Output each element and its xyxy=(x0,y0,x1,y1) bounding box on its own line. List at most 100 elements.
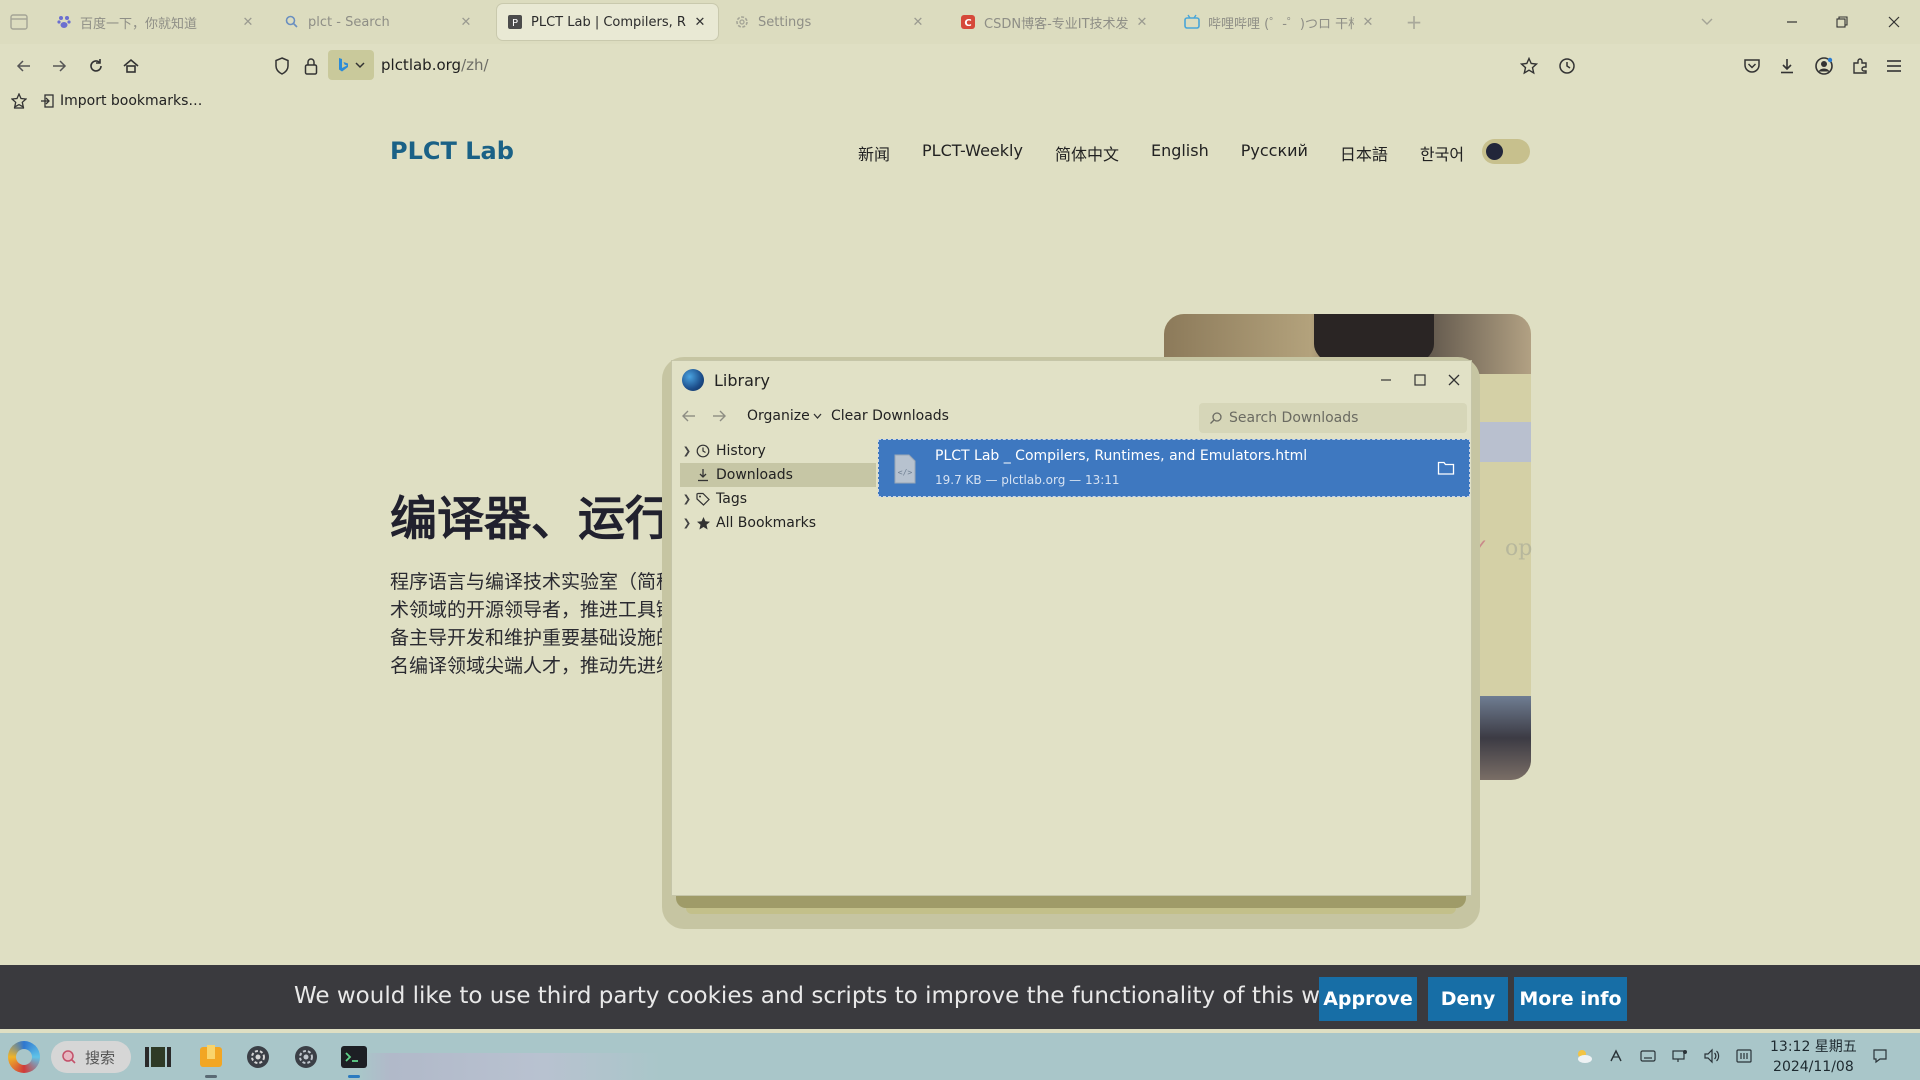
download-item[interactable]: </> PLCT Lab _ Compilers, Runtimes, and … xyxy=(878,439,1470,497)
tab-csdn[interactable]: C CSDN博客-专业IT技术发表平台 ✕ xyxy=(950,4,1160,40)
tree-item-all-bookmarks[interactable]: ❯ All Bookmarks xyxy=(680,511,876,535)
tracking-protection-shield-icon[interactable] xyxy=(270,54,294,78)
tab-label: 百度一下，你就知道 xyxy=(80,16,198,32)
chevron-down-icon xyxy=(813,413,822,419)
chevron-up-icon[interactable] xyxy=(1606,1046,1626,1066)
taskbar-search-box[interactable]: 搜索 xyxy=(51,1041,131,1073)
forward-arrow-icon[interactable] xyxy=(47,54,71,78)
tag-icon xyxy=(694,490,712,508)
tab-settings[interactable]: Settings ✕ xyxy=(724,4,936,40)
bookmarks-manage-icon[interactable] xyxy=(11,93,27,109)
svg-text:P: P xyxy=(512,18,518,29)
pocket-icon[interactable] xyxy=(1740,54,1764,78)
lock-icon[interactable] xyxy=(299,54,323,78)
expand-arrow-icon[interactable]: ❯ xyxy=(680,494,694,505)
network-tray-icon[interactable] xyxy=(1670,1046,1690,1066)
site-navigation: 新闻 PLCT-Weekly 简体中文 English Русский 日本語 … xyxy=(858,141,1464,165)
tab-plct-lab[interactable]: P PLCT Lab | Compilers, Runtimes, and Em… xyxy=(497,4,718,40)
tree-item-history[interactable]: ❯ History xyxy=(680,439,876,463)
tree-item-label: Tags xyxy=(716,491,747,507)
extensions-puzzle-icon[interactable] xyxy=(1848,54,1872,78)
search-downloads-input[interactable]: Search Downloads xyxy=(1199,403,1467,433)
site-logo-title[interactable]: PLCT Lab xyxy=(390,137,514,165)
nav-link-korean[interactable]: 한국어 xyxy=(1420,141,1464,165)
close-tab-icon[interactable]: ✕ xyxy=(692,14,708,30)
downloads-icon[interactable] xyxy=(1775,54,1799,78)
nav-link-weekly[interactable]: PLCT-Weekly xyxy=(922,141,1023,165)
close-tab-icon[interactable]: ✕ xyxy=(1134,14,1150,30)
settings-app-icon[interactable] xyxy=(242,1041,274,1073)
volume-tray-icon[interactable] xyxy=(1702,1046,1722,1066)
url-bar[interactable]: plctlab.org/zh/ xyxy=(381,56,489,74)
nav-link-russian[interactable]: Русский xyxy=(1241,141,1308,165)
deny-button[interactable]: Deny xyxy=(1428,977,1508,1021)
history-clock-icon[interactable] xyxy=(1555,54,1579,78)
clock-date: 2024/11/08 xyxy=(1773,1059,1854,1075)
close-icon[interactable] xyxy=(1443,369,1465,391)
organize-menu-button[interactable]: Organize xyxy=(747,408,822,424)
nav-link-japanese[interactable]: 日本語 xyxy=(1340,141,1388,165)
taskbar-search-label: 搜索 xyxy=(85,1048,116,1067)
organize-label: Organize xyxy=(747,408,810,424)
firefox-view-icon[interactable] xyxy=(10,14,28,30)
weather-tray-icon[interactable] xyxy=(1574,1046,1594,1066)
expand-arrow-icon[interactable]: ❯ xyxy=(680,518,694,529)
clear-downloads-button[interactable]: Clear Downloads xyxy=(831,408,949,424)
tab-label: Settings xyxy=(758,14,812,30)
system-monitor-app-icon[interactable] xyxy=(290,1041,322,1073)
close-tab-icon[interactable]: ✕ xyxy=(1360,14,1376,30)
firefox-logo-icon xyxy=(682,369,704,391)
nav-link-english[interactable]: English xyxy=(1151,141,1209,165)
plct-favicon: P xyxy=(507,14,523,30)
minimize-icon[interactable] xyxy=(1375,369,1397,391)
show-in-folder-icon[interactable] xyxy=(1437,460,1455,476)
taskbar-clock[interactable]: 13:12 星期五 2024/11/08 xyxy=(1770,1037,1857,1077)
tab-bilibili[interactable]: 哔哩哔哩 (゜-゜)つロ 干杯~ ✕ xyxy=(1174,4,1386,40)
back-arrow-icon[interactable] xyxy=(12,54,36,78)
forward-arrow-icon[interactable] xyxy=(710,407,728,425)
close-tab-icon[interactable]: ✕ xyxy=(240,14,256,30)
notification-center-icon[interactable] xyxy=(1870,1046,1890,1066)
nav-link-news[interactable]: 新闻 xyxy=(858,141,890,165)
close-tab-icon[interactable]: ✕ xyxy=(910,14,926,30)
import-icon xyxy=(41,94,54,108)
tab-search[interactable]: plct - Search ✕ xyxy=(274,4,484,40)
account-icon[interactable] xyxy=(1812,54,1836,78)
tree-item-downloads[interactable]: Downloads xyxy=(680,463,876,487)
home-icon[interactable] xyxy=(119,54,143,78)
input-method-tray-icon[interactable] xyxy=(1734,1046,1754,1066)
hero-title: 编译器、运行时 xyxy=(390,492,670,547)
tab-baidu[interactable]: 百度一下，你就知道 ✕ xyxy=(46,4,266,40)
minimize-window-icon[interactable] xyxy=(1782,12,1802,32)
tree-item-tags[interactable]: ❯ Tags xyxy=(680,487,876,511)
library-window: Library Organize Clear Downloads Search … xyxy=(671,360,1472,896)
toggle-knob xyxy=(1486,143,1503,160)
close-tab-icon[interactable]: ✕ xyxy=(458,14,474,30)
close-window-icon[interactable] xyxy=(1884,12,1904,32)
nav-link-simplified-chinese[interactable]: 简体中文 xyxy=(1055,141,1119,165)
tab-label: PLCT Lab | Compilers, Runtimes, and Emul… xyxy=(531,14,686,30)
back-arrow-icon[interactable] xyxy=(680,407,698,425)
menu-hamburger-icon[interactable] xyxy=(1882,54,1906,78)
new-tab-button[interactable]: + xyxy=(1404,12,1424,32)
navigation-toolbar: plctlab.org/zh/ xyxy=(0,44,1920,88)
search-engine-button[interactable] xyxy=(328,50,374,80)
multitask-view-icon[interactable] xyxy=(142,1041,174,1073)
keyboard-tray-icon[interactable] xyxy=(1638,1046,1658,1066)
start-menu-button[interactable] xyxy=(8,1041,40,1073)
list-all-tabs-icon[interactable] xyxy=(1697,12,1717,32)
restore-window-icon[interactable] xyxy=(1832,12,1852,32)
reload-icon[interactable] xyxy=(84,54,108,78)
bookmark-star-icon[interactable] xyxy=(1517,54,1541,78)
terminal-app-icon[interactable] xyxy=(338,1041,370,1078)
more-info-button[interactable]: More info xyxy=(1514,977,1627,1021)
chevron-down-icon xyxy=(355,62,365,69)
maximize-icon[interactable] xyxy=(1409,369,1431,391)
file-manager-app-icon[interactable] xyxy=(195,1041,227,1078)
cookie-consent-banner: We would like to use third party cookies… xyxy=(0,965,1920,1029)
expand-arrow-icon[interactable]: ❯ xyxy=(680,446,694,457)
dark-mode-toggle[interactable] xyxy=(1482,139,1530,164)
import-bookmarks-label: Import bookmarks… xyxy=(60,93,203,109)
approve-button[interactable]: Approve xyxy=(1319,977,1417,1021)
import-bookmarks-link[interactable]: Import bookmarks… xyxy=(40,93,202,109)
